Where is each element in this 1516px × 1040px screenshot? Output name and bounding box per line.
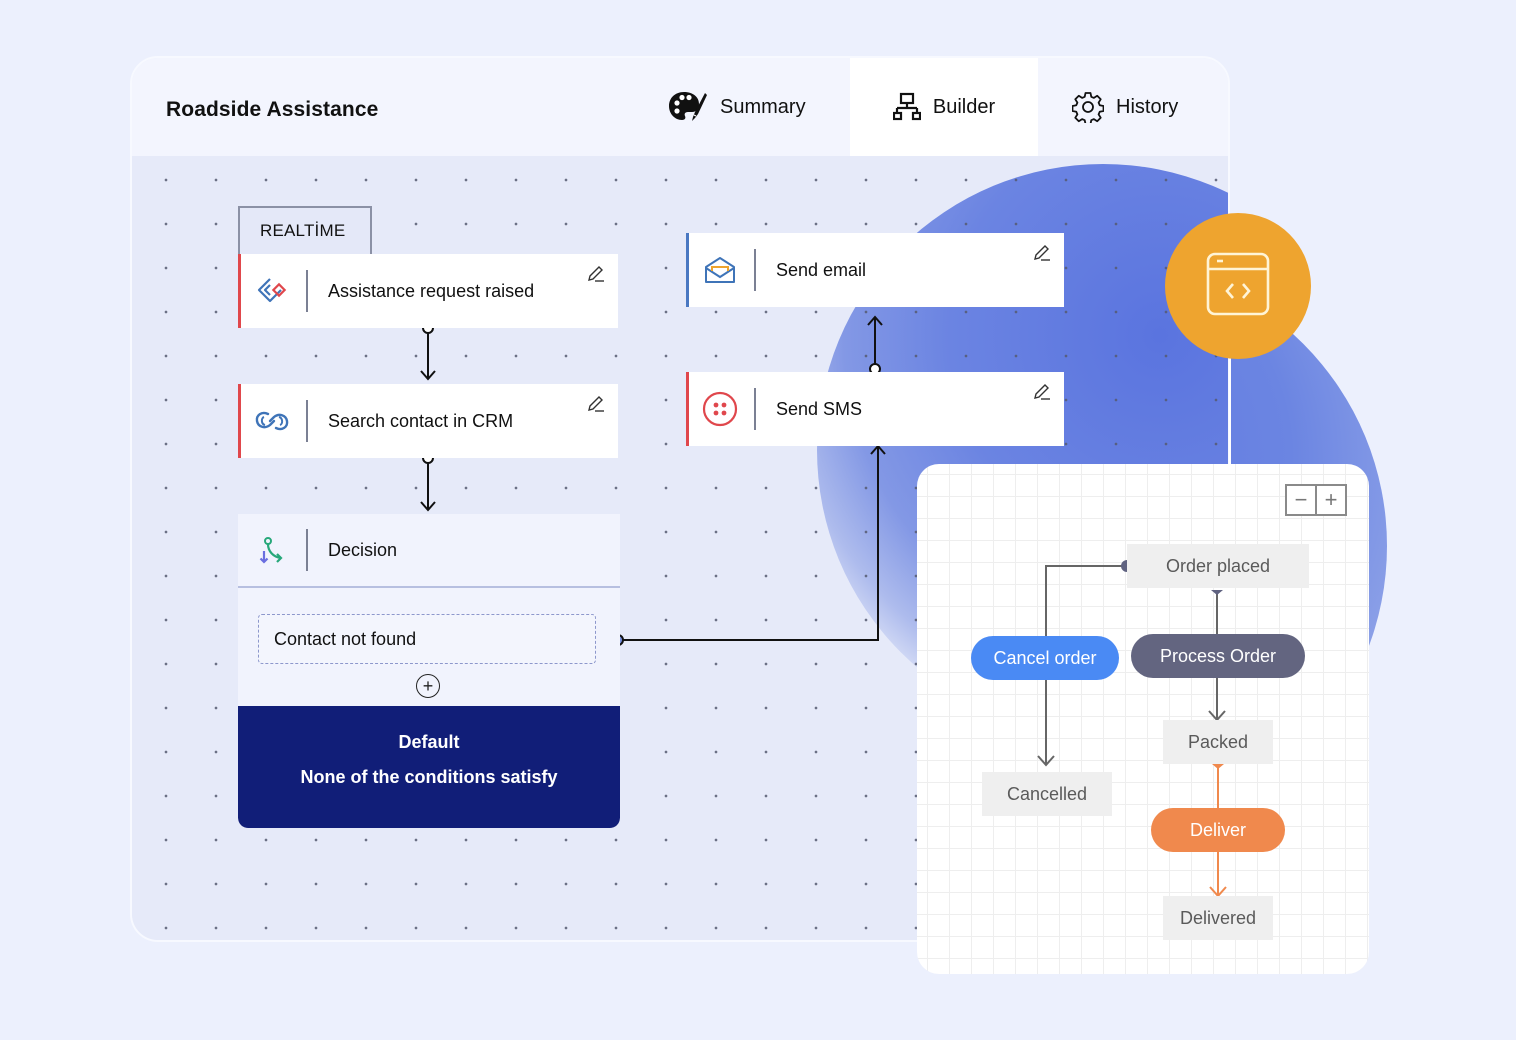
edit-pencil-icon[interactable] [1032, 382, 1052, 407]
node-accent-bar [238, 254, 241, 328]
state-order-placed[interactable]: Order placed [1127, 544, 1309, 588]
transition-deliver[interactable]: Deliver [1151, 808, 1285, 852]
node-separator [754, 388, 756, 430]
node-label: Send SMS [776, 398, 863, 419]
branch-icon [238, 535, 306, 565]
trigger-type-tag: REALTİME [238, 206, 372, 254]
code-window-icon [1205, 251, 1271, 322]
connector-condition-sms [612, 444, 886, 646]
connector-sms-email [867, 315, 883, 375]
node-separator [306, 270, 308, 312]
zoho-crm-icon [238, 409, 306, 433]
default-branch[interactable]: Default None of the conditions satisfy [238, 706, 620, 828]
state-delivered[interactable]: Delivered [1163, 896, 1273, 940]
node-label: Assistance request raised [328, 280, 535, 301]
node-accent-bar [686, 233, 689, 307]
condition-contact-not-found[interactable]: Contact not found [258, 614, 596, 664]
default-branch-subtitle: None of the conditions satisfy [300, 767, 558, 787]
connector-crm-decision [420, 452, 436, 512]
node-separator [306, 529, 308, 571]
state-cancelled[interactable]: Cancelled [982, 772, 1112, 816]
node-send-email[interactable]: Send email [686, 233, 1064, 307]
node-separator [754, 249, 756, 291]
node-search-crm[interactable]: Search contact in CRM [238, 384, 618, 458]
node-label: Search contact in CRM [328, 410, 514, 431]
node-label: Decision [328, 539, 398, 560]
edit-pencil-icon[interactable] [586, 394, 606, 419]
status-flow-connectors [1037, 560, 1227, 898]
state-packed[interactable]: Packed [1163, 720, 1273, 764]
node-assistance-request[interactable]: Assistance request raised [238, 254, 618, 328]
connector-trigger-crm [420, 322, 436, 381]
transition-cancel-order[interactable]: Cancel order [971, 636, 1119, 680]
node-decision[interactable]: Decision [238, 514, 620, 588]
default-branch-title: Default [398, 732, 460, 752]
node-label: Send email [776, 259, 867, 280]
email-icon [686, 255, 754, 285]
decision-block: Decision Contact not found + Default Non… [238, 514, 620, 828]
node-separator [306, 400, 308, 442]
edit-pencil-icon[interactable] [586, 264, 606, 289]
add-condition-button[interactable]: + [416, 674, 440, 698]
node-accent-bar [238, 384, 241, 458]
sms-icon [686, 391, 754, 427]
transition-process-order[interactable]: Process Order [1131, 634, 1305, 678]
edge-placed-cancel [1045, 565, 1127, 636]
code-badge [1165, 213, 1311, 359]
zoho-flow-icon [238, 276, 306, 306]
node-send-sms[interactable]: Send SMS [686, 372, 1064, 446]
status-flow-panel: − + Order placed Cancel order Process Or… [917, 464, 1369, 974]
node-accent-bar [686, 372, 689, 446]
edit-pencil-icon[interactable] [1032, 243, 1052, 268]
